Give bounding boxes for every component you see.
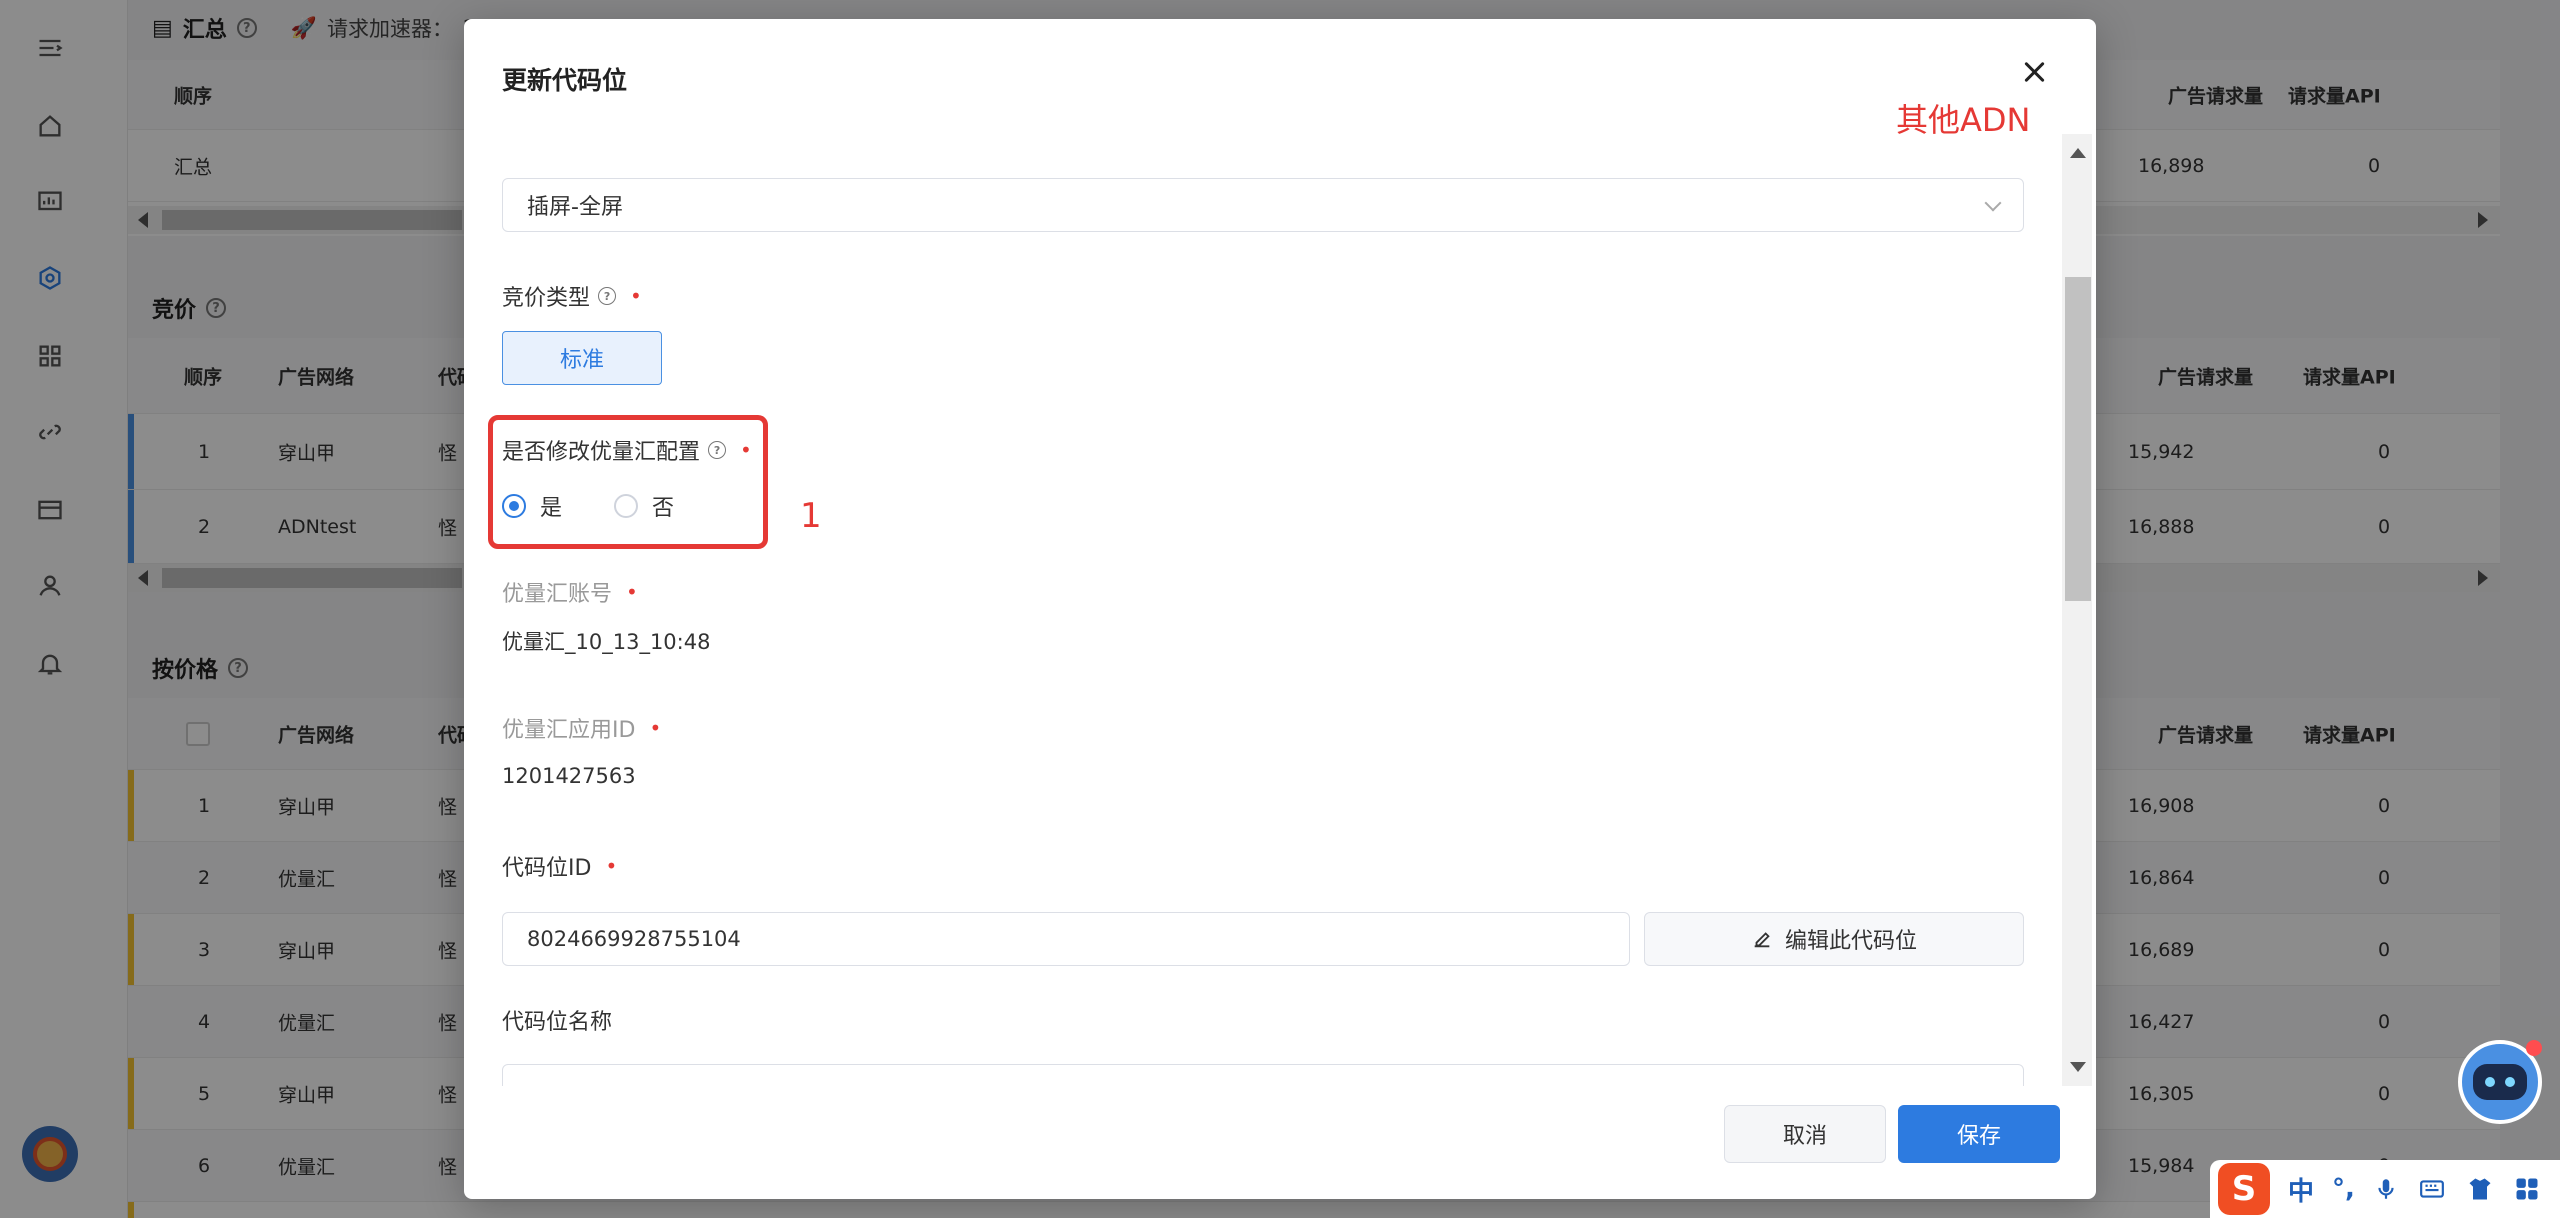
annotation-number: 1: [800, 496, 822, 536]
edit-pencil-icon: [1754, 932, 1770, 948]
required-dot: •: [649, 716, 662, 740]
keyboard-icon[interactable]: [2417, 1176, 2447, 1202]
annotation-highlight-box: [488, 415, 768, 549]
ime-punctuation[interactable]: °,: [2332, 1174, 2355, 1204]
assistant-robot-icon[interactable]: [2458, 1040, 2542, 1124]
slot-name-input[interactable]: [502, 1064, 2024, 1086]
account-value: 优量汇_10_13_10:48: [502, 630, 711, 654]
scroll-thumb[interactable]: [2065, 277, 2091, 601]
ad-type-value: 插屏-全屏: [527, 195, 623, 220]
ime-toolbar: S 中 °,: [2210, 1160, 2560, 1218]
sogou-logo-icon[interactable]: S: [2218, 1163, 2270, 1215]
save-button[interactable]: 保存: [1898, 1105, 2060, 1163]
scroll-down-icon[interactable]: [2070, 1062, 2086, 1072]
bid-type-standard-button[interactable]: 标准: [502, 331, 662, 385]
edit-slot-button[interactable]: 编辑此代码位: [1644, 912, 2024, 966]
close-icon[interactable]: [2020, 57, 2050, 87]
app-id-label: 优量汇应用ID •: [502, 716, 662, 743]
modal-body[interactable]: 插屏-全屏 竞价类型 ? • 标准 是否修改优量汇配置 ? • 是 否 1 优量…: [464, 134, 2060, 1086]
app-id-value: 1201427563: [502, 764, 636, 788]
cancel-button[interactable]: 取消: [1724, 1105, 1886, 1163]
scroll-up-icon[interactable]: [2070, 148, 2086, 158]
bid-type-label: 竞价类型 ? •: [502, 284, 642, 311]
notification-badge: [2526, 1040, 2542, 1056]
slot-id-label: 代码位ID •: [502, 854, 618, 881]
modal-title: 更新代码位: [502, 66, 628, 95]
slot-name-label: 代码位名称: [502, 1010, 613, 1035]
required-dot: •: [626, 580, 638, 604]
required-dot: •: [605, 854, 618, 878]
skin-shirt-icon[interactable]: [2465, 1175, 2495, 1203]
microphone-icon[interactable]: [2373, 1174, 2399, 1204]
chevron-down-icon: [1984, 194, 2002, 212]
modal-footer: 取消 保存: [464, 1089, 2096, 1199]
help-icon[interactable]: ?: [598, 287, 617, 305]
account-label: 优量汇账号 •: [502, 580, 638, 607]
slot-id-input[interactable]: 8024669928755104: [502, 912, 1630, 966]
ime-chinese-mode[interactable]: 中: [2288, 1171, 2314, 1208]
required-dot: •: [630, 284, 642, 308]
ad-type-select[interactable]: 插屏-全屏: [502, 178, 2024, 232]
update-slot-modal: 更新代码位 其他ADN 插屏-全屏 竞价类型 ? • 标准 是否修改优量汇配置 …: [464, 19, 2096, 1199]
toolbox-grid-icon[interactable]: [2513, 1175, 2541, 1203]
modal-vertical-scrollbar[interactable]: [2062, 134, 2092, 1086]
